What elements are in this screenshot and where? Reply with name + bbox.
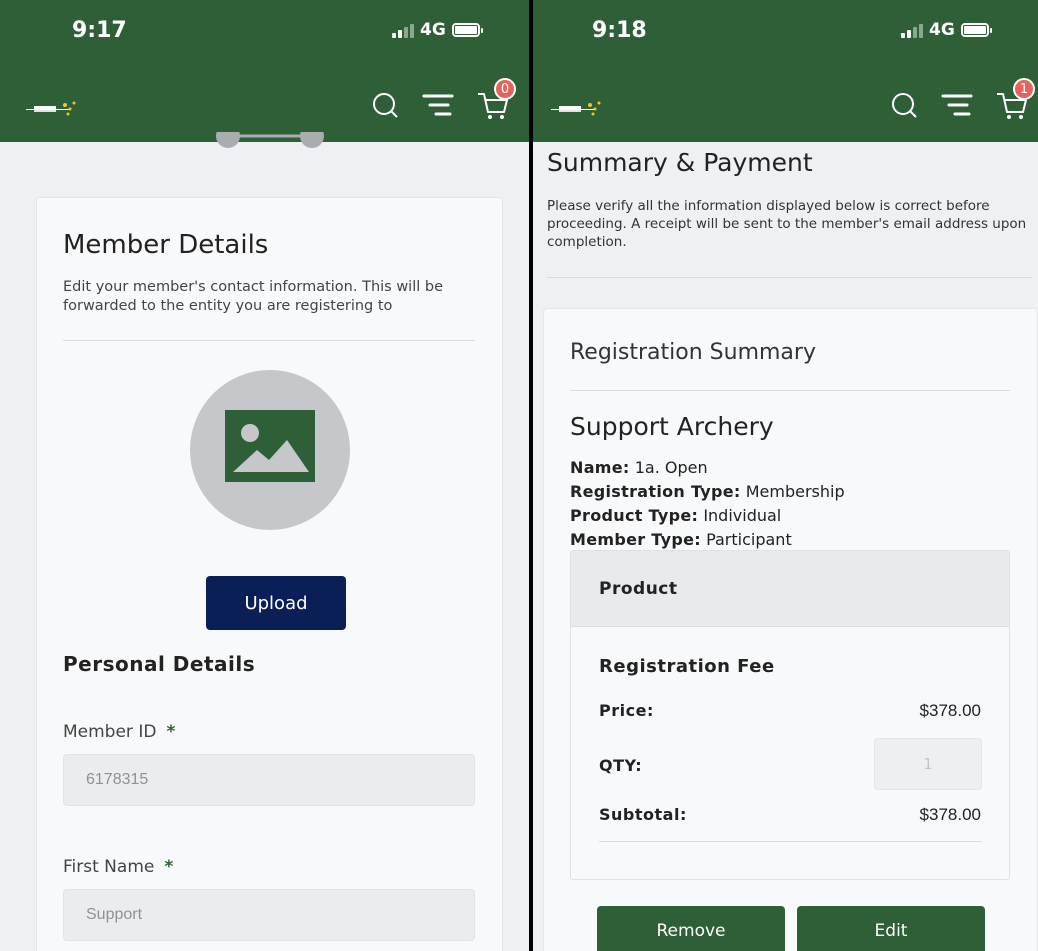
- registration-fee-title: Registration Fee: [599, 656, 775, 677]
- page-subtitle: Please verify all the information displa…: [547, 198, 1027, 250]
- avatar-placeholder: [190, 370, 350, 530]
- subtotal-value: $378.00: [919, 805, 981, 824]
- product-table-header: Product: [571, 551, 1009, 627]
- header-actions: 1: [889, 78, 1035, 122]
- first-name-field[interactable]: Support: [63, 889, 475, 941]
- battery-icon: [451, 23, 483, 37]
- detail-product-type: Product Type: Individual: [570, 506, 782, 525]
- page-title: Member Details: [63, 230, 269, 260]
- member-id-field[interactable]: 6178315: [63, 754, 475, 806]
- header-actions: 0: [370, 78, 516, 122]
- page-title: Summary & Payment: [547, 148, 813, 177]
- status-time: 9:17: [72, 18, 127, 43]
- cart-button[interactable]: 1: [995, 78, 1035, 122]
- edit-button[interactable]: Edit: [797, 906, 985, 951]
- divider: [570, 390, 1010, 391]
- search-icon[interactable]: [889, 90, 919, 120]
- cart-count-badge: 1: [1013, 78, 1035, 100]
- divider: [63, 340, 475, 341]
- product-header-label: Product: [599, 579, 678, 599]
- page-subtitle: Edit your member's contact information. …: [63, 279, 444, 314]
- upload-button[interactable]: Upload: [206, 576, 346, 630]
- menu-icon[interactable]: [422, 90, 454, 120]
- menu-icon[interactable]: [941, 90, 973, 120]
- price-label: Price:: [599, 701, 654, 720]
- qty-input[interactable]: 1: [874, 738, 982, 790]
- divider: [547, 277, 1032, 278]
- qty-label: QTY:: [599, 756, 643, 775]
- network-label: 4G: [420, 20, 446, 40]
- cart-count-badge: 0: [494, 78, 516, 100]
- required-marker: *: [164, 857, 174, 877]
- personal-details-heading: Personal Details: [63, 652, 256, 676]
- required-marker: *: [166, 722, 176, 742]
- battery-icon: [960, 23, 992, 37]
- product-table: Product Registration Fee Price: $378.00 …: [570, 550, 1010, 880]
- detail-registration-type: Registration Type: Membership: [570, 482, 845, 501]
- archery-australia-logo[interactable]: [26, 100, 78, 116]
- network-label: 4G: [929, 20, 955, 40]
- detail-member-type: Member Type: Participant: [570, 530, 792, 549]
- registration-summary-heading: Registration Summary: [570, 340, 816, 365]
- price-value: $378.00: [919, 701, 981, 720]
- subtotal-label: Subtotal:: [599, 805, 687, 824]
- detail-name: Name: 1a. Open: [570, 458, 708, 477]
- remove-button[interactable]: Remove: [597, 906, 785, 951]
- progress-stepper: [216, 132, 324, 148]
- app-header: 9:18 4G 1: [533, 0, 1038, 142]
- signal-icon: [901, 22, 923, 38]
- status-indicators: 4G: [392, 20, 483, 40]
- member-details-screen: 9:17 4G 0 Member Details Edit your membe…: [0, 0, 529, 951]
- image-icon: [225, 410, 315, 482]
- organisation-name: Support Archery: [570, 412, 774, 441]
- first-name-label: First Name *: [63, 857, 174, 877]
- status-time: 9:18: [592, 18, 647, 43]
- app-header: 9:17 4G 0: [0, 0, 529, 142]
- divider: [599, 841, 982, 842]
- archery-australia-logo[interactable]: [551, 100, 603, 116]
- status-indicators: 4G: [901, 20, 992, 40]
- member-id-label: Member ID *: [63, 722, 176, 742]
- summary-payment-screen: 9:18 4G 1 Summary & Payment Please verif…: [533, 0, 1038, 951]
- search-icon[interactable]: [370, 90, 400, 120]
- signal-icon: [392, 22, 414, 38]
- cart-button[interactable]: 0: [476, 78, 516, 122]
